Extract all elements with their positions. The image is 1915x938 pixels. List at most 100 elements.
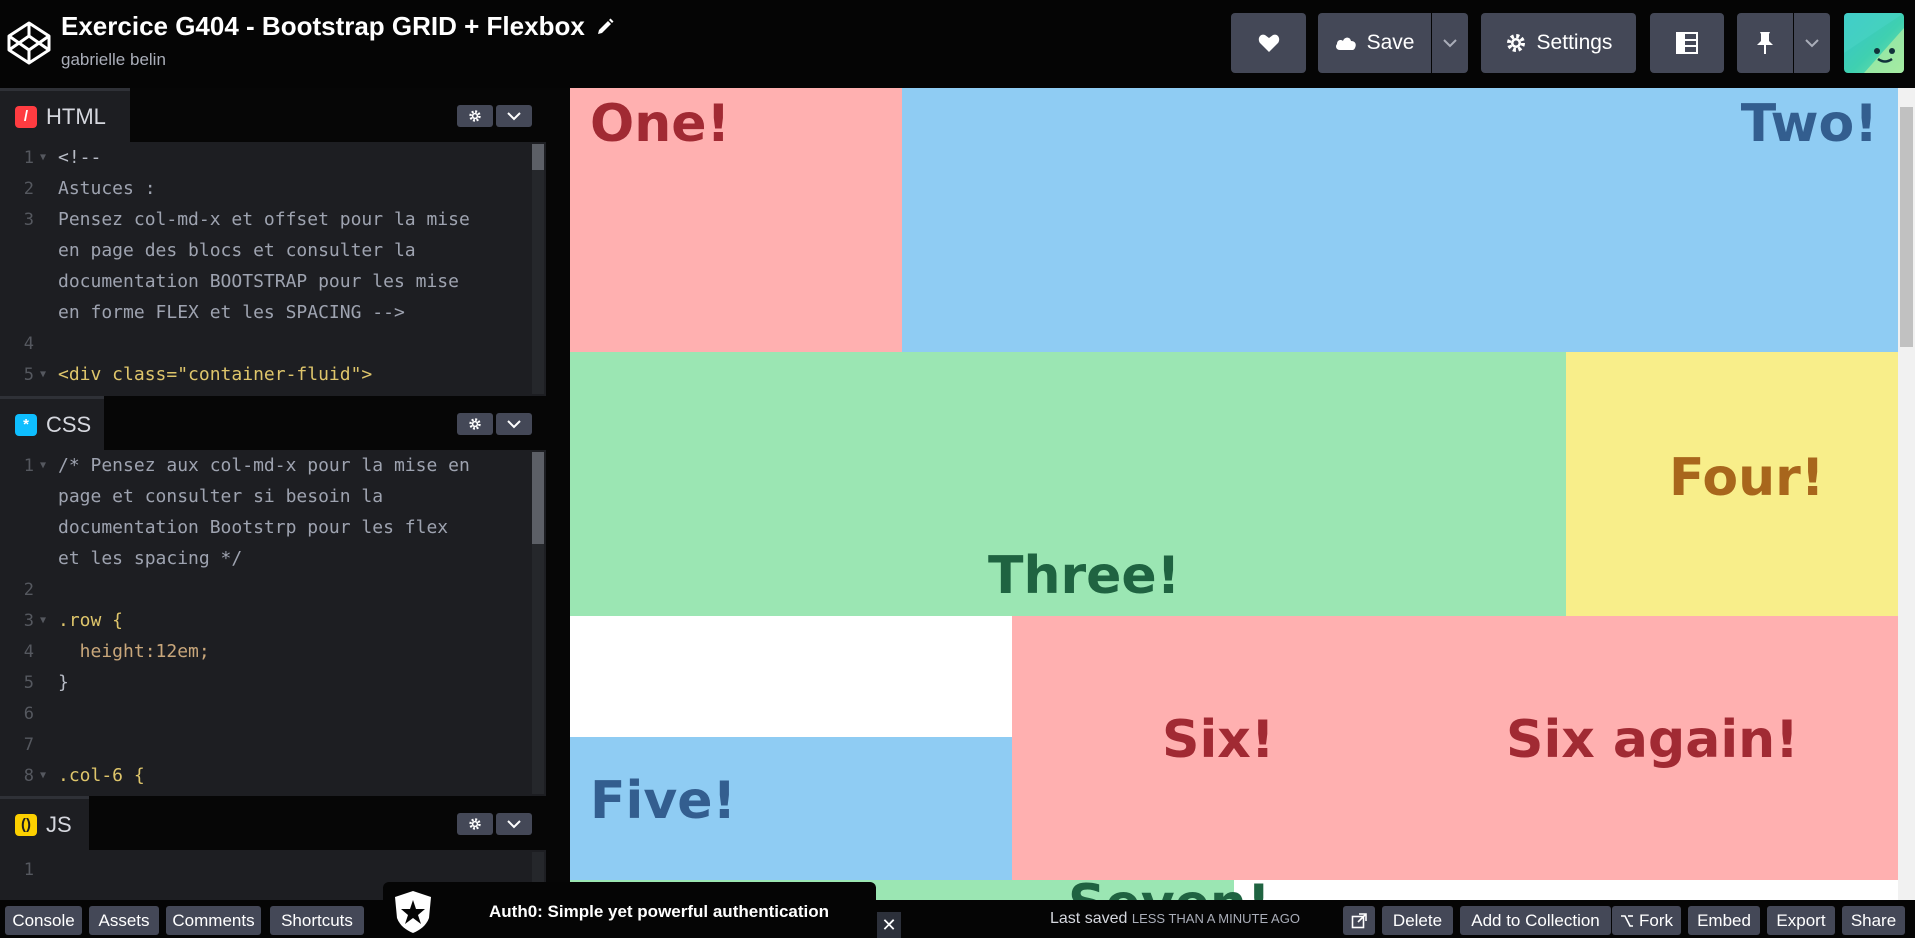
chevron-down-icon [507,419,521,428]
pen-title-text[interactable]: Exercice G404 - Bootstrap GRID + Flexbox [61,11,585,42]
settings-button[interactable]: Settings [1481,13,1636,73]
delete-button[interactable]: Delete [1382,906,1453,935]
code-line: et les spacing */ [58,548,243,569]
js-editor-settings-button[interactable] [457,813,493,835]
pin-options-dropdown[interactable] [1794,13,1830,73]
js-language-icon: () [15,813,37,836]
bottom-bar: Console Assets Comments Shortcuts Last s… [0,900,1915,938]
box-six-again-label: Six again! [1506,710,1799,770]
codepen-logo-icon[interactable] [6,20,52,66]
fold-arrow-icon[interactable]: ▼ [40,615,46,626]
share-button[interactable]: Share [1842,906,1905,935]
code-line: documentation BOOTSTRAP pour les mise [58,271,459,292]
line-number: 2 [23,579,34,600]
css-editor-settings-button[interactable] [457,413,493,435]
console-button[interactable]: Console [5,906,82,935]
html-editor-tab[interactable]: / HTML [0,88,130,142]
gear-icon [469,418,481,430]
line-number: 7 [23,734,34,755]
box-one-label: One! [590,94,731,154]
chevron-down-icon [507,111,521,120]
code-line: .col-6 { [58,765,145,786]
avatar-face-icon [1844,13,1904,73]
code-line: en forme FLEX et les SPACING --> [58,302,405,323]
editors-panel: / HTML 1 ▼ <!-- 2 Astuces : 3 Pensez col-md-… [0,88,546,900]
code-line: <!-- [58,147,102,168]
line-number: 1 [23,859,34,880]
fold-arrow-icon[interactable]: ▼ [40,770,46,781]
add-to-collection-button[interactable]: Add to Collection [1460,906,1611,935]
top-header: Exercice G404 - Bootstrap GRID + Flexbox… [0,0,1915,88]
result-preview: One! Two! Three! Four! Five! Six! Six ag… [570,88,1898,900]
settings-label: Settings [1536,31,1613,54]
js-editor-header: () JS [0,796,546,850]
fork-icon [1621,914,1633,927]
box-three: Three! [570,352,1566,616]
pin-icon [1757,32,1773,54]
fork-label: Fork [1639,910,1673,930]
close-icon: ✕ [881,914,897,935]
fold-arrow-icon[interactable]: ▼ [40,369,46,380]
css-editor-scroll-thumb[interactable] [532,452,544,544]
html-editor-scrollbar[interactable] [532,144,544,394]
save-label: Save [1366,31,1415,54]
code-line: /* Pensez aux col-md-x pour la mise en [58,455,470,476]
line-number: 2 [23,178,34,199]
assets-button[interactable]: Assets [89,906,159,935]
html-editor-scroll-thumb[interactable] [532,144,544,170]
chevron-down-icon [1443,38,1457,47]
last-saved-time: LESS THAN A MINUTE AGO [1131,911,1300,926]
export-button[interactable]: Export [1767,906,1835,935]
close-ad-button[interactable]: ✕ [877,912,901,938]
css-editor-header: * CSS [0,396,546,450]
preview-scroll-thumb[interactable] [1900,107,1913,347]
css-language-icon: * [15,413,37,436]
fold-arrow-icon[interactable]: ▼ [40,460,46,471]
line-number: 5 [23,364,34,385]
fold-arrow-icon[interactable]: ▼ [40,152,46,163]
gear-icon [1506,34,1525,52]
ad-text[interactable]: Auth0: Simple yet powerful authenticatio… [489,902,829,922]
css-code-area[interactable]: 1 ▼ /* Pensez aux col-md-x pour la mise en… [0,450,546,796]
box-four: Four! [1566,352,1898,616]
pin-button[interactable] [1737,13,1793,73]
js-editor-collapse-button[interactable] [496,813,532,835]
html-code-area[interactable]: 1 ▼ <!-- 2 Astuces : 3 Pensez col-md-x et of… [0,142,546,396]
code-line: } [58,672,69,693]
embed-button[interactable]: Embed [1688,906,1760,935]
change-view-button[interactable] [1650,13,1724,73]
css-editor-tab[interactable]: * CSS [0,396,104,450]
auth0-shield-icon [395,891,431,933]
save-options-dropdown[interactable] [1432,13,1468,73]
code-line: height:12em; [58,641,210,662]
edit-pencil-icon[interactable] [595,17,615,37]
code-line: documentation Bootstrp pour les flex [58,517,449,538]
save-button[interactable]: Save [1318,13,1431,73]
line-number: 1 [23,455,34,476]
shortcuts-button[interactable]: Shortcuts [270,906,364,935]
fork-button[interactable]: Fork [1612,906,1681,935]
pen-title[interactable]: Exercice G404 - Bootstrap GRID + Flexbox [61,11,615,42]
open-external-button[interactable] [1343,906,1375,935]
gear-icon [469,818,481,830]
line-number: 4 [23,333,34,354]
love-button[interactable] [1231,13,1306,73]
line-number: 8 [23,765,34,786]
last-saved-label: Last saved [1050,910,1128,927]
js-editor-scrollbar[interactable] [532,852,544,882]
layout-icon [1676,32,1698,54]
html-language-icon: / [15,105,37,128]
editor-resize-gutter[interactable] [546,88,570,900]
chevron-down-icon [507,819,521,828]
code-line: page et consulter si besoin la [58,486,384,507]
html-editor-settings-button[interactable] [457,105,493,127]
box-five-label: Five! [590,771,737,831]
js-editor-tab[interactable]: () JS [0,796,89,850]
html-editor-collapse-button[interactable] [496,105,532,127]
sponsor-ad[interactable]: Auth0: Simple yet powerful authenticatio… [383,882,876,938]
pen-author[interactable]: gabrielle belin [61,50,615,70]
comments-button[interactable]: Comments [166,906,261,935]
box-seven-label: Seven! [1068,874,1271,900]
css-editor-collapse-button[interactable] [496,413,532,435]
user-avatar[interactable] [1844,13,1904,73]
